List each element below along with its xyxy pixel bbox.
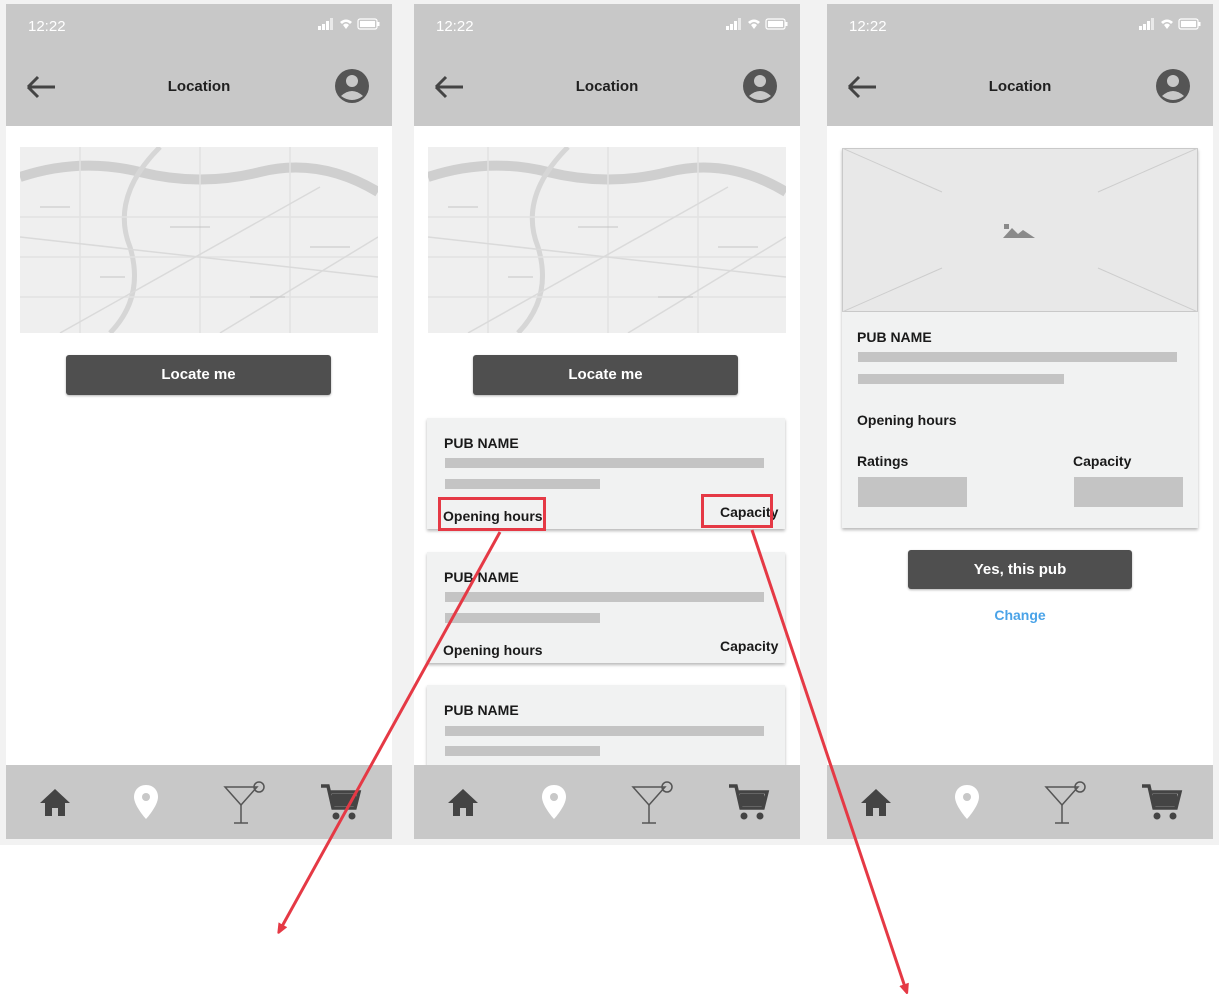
capacity-value-placeholder — [1074, 477, 1183, 507]
tab-bar — [6, 765, 392, 839]
status-time: 12:22 — [849, 18, 887, 35]
status-icons — [318, 18, 380, 30]
cart-icon[interactable] — [318, 779, 364, 825]
nav-bar: Location — [6, 46, 392, 126]
confirm-pub-button[interactable]: Yes, this pub — [908, 550, 1132, 589]
nav-bar: Location — [414, 46, 800, 126]
pub-card[interactable]: PUB NAME Opening hours Capacity — [427, 552, 785, 663]
tab-bar — [827, 765, 1213, 839]
location-pin-icon[interactable] — [531, 779, 577, 825]
locate-me-button[interactable]: Locate me — [473, 355, 738, 395]
text-placeholder-bar — [858, 352, 1177, 362]
pub-name: PUB NAME — [857, 329, 932, 345]
status-bar: 12:22 — [414, 4, 800, 46]
map-image[interactable] — [428, 147, 786, 333]
status-bar: 12:22 — [827, 4, 1213, 46]
wireframe-board: 12:22 Location Locate me 12:22 Location … — [0, 0, 1219, 845]
profile-icon[interactable] — [334, 68, 370, 104]
opening-hours-label: Opening hours — [857, 412, 957, 428]
home-icon[interactable] — [440, 779, 486, 825]
pub-name: PUB NAME — [444, 569, 519, 585]
text-placeholder-bar — [445, 726, 764, 736]
capacity-label: Capacity — [720, 638, 779, 654]
cocktail-icon[interactable] — [221, 779, 267, 825]
screen-pub-detail: 12:22 Location PUB NAME Opening hours Ra… — [827, 4, 1213, 839]
status-time: 12:22 — [436, 18, 474, 35]
opening-hours-label: Opening hours — [443, 642, 543, 658]
pub-name: PUB NAME — [444, 435, 519, 451]
home-icon[interactable] — [853, 779, 899, 825]
locate-me-button[interactable]: Locate me — [66, 355, 331, 395]
text-placeholder-bar — [445, 592, 764, 602]
home-icon[interactable] — [32, 779, 78, 825]
cart-icon[interactable] — [1139, 779, 1185, 825]
text-placeholder-bar — [445, 458, 764, 468]
text-placeholder-bar — [445, 479, 600, 489]
status-icons — [1139, 18, 1201, 30]
highlight-box-capacity — [701, 494, 773, 528]
capacity-label: Capacity — [1073, 453, 1132, 469]
nav-bar: Location — [827, 46, 1213, 126]
text-placeholder-bar — [858, 374, 1064, 384]
cocktail-icon[interactable] — [629, 779, 675, 825]
ratings-label: Ratings — [857, 453, 909, 469]
screen-location-empty: 12:22 Location Locate me — [6, 4, 392, 839]
location-pin-icon[interactable] — [123, 779, 169, 825]
text-placeholder-bar — [445, 613, 600, 623]
profile-icon[interactable] — [1155, 68, 1191, 104]
screen-location-list: 12:22 Location Locate me PUB NAME Openin… — [414, 4, 800, 839]
status-bar: 12:22 — [6, 4, 392, 46]
status-icons — [726, 18, 788, 30]
status-time: 12:22 — [28, 18, 66, 35]
change-link[interactable]: Change — [827, 607, 1213, 623]
ratings-value-placeholder — [858, 477, 967, 507]
cocktail-icon[interactable] — [1042, 779, 1088, 825]
pub-detail-card: PUB NAME Opening hours Ratings Capacity — [842, 148, 1198, 528]
location-pin-icon[interactable] — [944, 779, 990, 825]
tab-bar — [414, 765, 800, 839]
cart-icon[interactable] — [726, 779, 772, 825]
map-image[interactable] — [20, 147, 378, 333]
image-placeholder — [842, 148, 1198, 312]
profile-icon[interactable] — [742, 68, 778, 104]
pub-name: PUB NAME — [444, 702, 519, 718]
highlight-box-opening-hours — [438, 497, 546, 531]
text-placeholder-bar — [445, 746, 600, 756]
